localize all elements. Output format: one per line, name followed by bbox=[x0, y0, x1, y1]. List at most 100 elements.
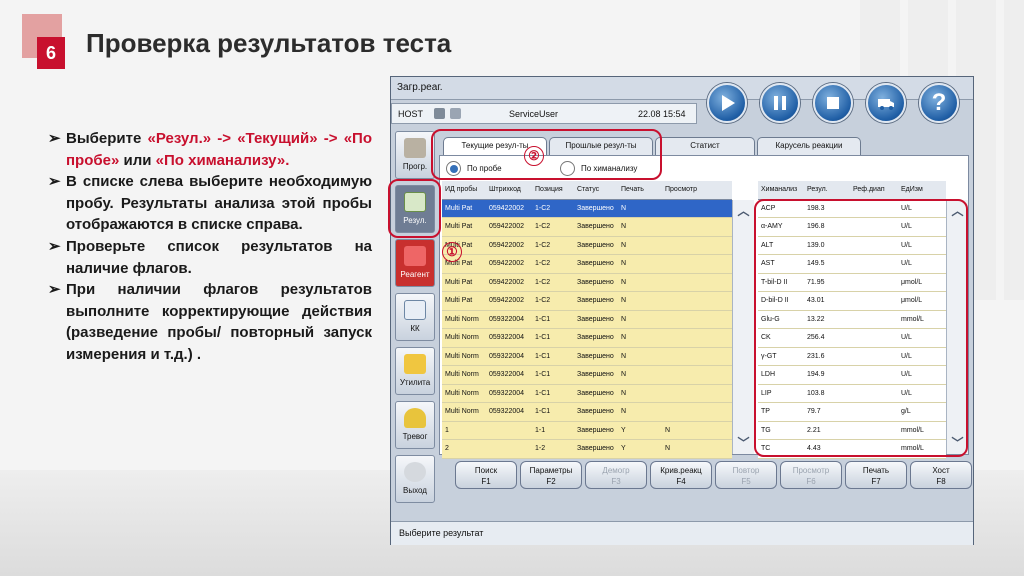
column-header[interactable]: Химанализ bbox=[758, 181, 804, 200]
table-cell: 1-C1 bbox=[532, 384, 574, 403]
table-cell: 1-1 bbox=[532, 421, 574, 440]
function-key-code: F5 bbox=[741, 477, 751, 486]
table-cell: Завершено bbox=[574, 310, 618, 329]
start-button[interactable] bbox=[707, 83, 747, 123]
function-key-f1[interactable]: Поиск F1 bbox=[455, 461, 517, 489]
table-row[interactable]: Multi Pat 059422002 1-C2 Завершено N bbox=[442, 273, 732, 292]
table-cell: Multi Norm bbox=[442, 365, 486, 385]
scroll-down-icon[interactable]: ﹀ bbox=[736, 436, 751, 450]
function-key-code: F7 bbox=[871, 477, 881, 486]
function-key-f8[interactable]: Хост F8 bbox=[910, 461, 972, 489]
function-key-f2[interactable]: Параметры F2 bbox=[520, 461, 582, 489]
arrow-bullet-icon: ➢ bbox=[48, 237, 61, 255]
function-key-f5[interactable]: Повтор F5 bbox=[715, 461, 777, 489]
clock-label: 22.08 15:54 bbox=[638, 109, 686, 119]
table-row[interactable]: 2 1-2 Завершено Y N bbox=[442, 439, 732, 459]
table-cell: 1-C1 bbox=[532, 328, 574, 348]
column-header[interactable]: Просмотр bbox=[662, 181, 732, 200]
table-cell: Multi Pat bbox=[442, 273, 486, 292]
pause-icon bbox=[774, 96, 786, 110]
bell-icon bbox=[404, 408, 426, 428]
sidebar-reagent[interactable]: Реагент bbox=[395, 239, 435, 287]
table-row[interactable]: Multi Pat 059422002 1-C2 Завершено N bbox=[442, 254, 732, 274]
table-cell: 059322004 bbox=[486, 402, 532, 422]
column-header[interactable]: ЕдИзм bbox=[898, 181, 946, 200]
table-cell: 1-C1 bbox=[532, 402, 574, 422]
function-key-f3[interactable]: Демогр F3 bbox=[585, 461, 647, 489]
table-cell: N bbox=[618, 291, 662, 311]
utility-icon bbox=[404, 354, 426, 374]
table-row[interactable]: 1 1-1 Завершено Y N bbox=[442, 421, 732, 440]
column-header[interactable]: Штрихкод bbox=[486, 181, 532, 200]
function-key-label: Параметры bbox=[529, 466, 573, 475]
left-scrollbar[interactable]: ︿ ﹀ bbox=[732, 200, 754, 454]
sidebar-qc[interactable]: КК bbox=[395, 293, 435, 341]
reagent-icon bbox=[404, 246, 426, 266]
function-key-code: F1 bbox=[481, 477, 491, 486]
function-key-f6[interactable]: Просмотр F6 bbox=[780, 461, 842, 489]
table-row[interactable]: Multi Norm 059322004 1-C1 Завершено N bbox=[442, 384, 732, 403]
table-row[interactable]: Multi Pat 059422002 1-C2 Завершено N bbox=[442, 217, 732, 237]
instruction-text: В списке слева выберите необходимую проб… bbox=[66, 173, 372, 234]
highlight-results-button bbox=[388, 179, 441, 238]
table-row[interactable]: Multi Norm 059322004 1-C1 Завершено N bbox=[442, 347, 732, 366]
table-cell: N bbox=[618, 217, 662, 237]
emergency-button[interactable] bbox=[866, 83, 906, 123]
table-cell: 1-C2 bbox=[532, 236, 574, 255]
table-cell: Multi Norm bbox=[442, 328, 486, 348]
table-row[interactable]: Multi Norm 059322004 1-C1 Завершено N bbox=[442, 310, 732, 329]
table-row[interactable]: Multi Pat 059422002 1-C2 Завершено N bbox=[442, 199, 732, 218]
table-cell bbox=[662, 347, 732, 366]
column-header[interactable]: Статус bbox=[574, 181, 618, 200]
table-cell: 1-C2 bbox=[532, 254, 574, 274]
instruction-item: ➢ Выберите «Резул.» -> «Текущий» -> «По п… bbox=[48, 128, 372, 171]
table-row[interactable]: Multi Norm 059322004 1-C1 Завершено N bbox=[442, 402, 732, 422]
instruction-text: или bbox=[119, 151, 156, 169]
sidebar-utility[interactable]: Утилита bbox=[395, 347, 435, 395]
tab-statistics[interactable]: Статист bbox=[655, 137, 755, 155]
table-cell: 1 bbox=[442, 421, 486, 440]
table-row[interactable]: Multi Norm 059322004 1-C1 Завершено N bbox=[442, 365, 732, 385]
instruction-text: «По химанализу». bbox=[155, 151, 290, 169]
tab-reaction-carousel[interactable]: Карусель реакции bbox=[757, 137, 861, 155]
column-header[interactable]: Реф.диап bbox=[850, 181, 898, 200]
table-cell: 059422002 bbox=[486, 254, 532, 274]
table-cell: Multi Pat bbox=[442, 199, 486, 218]
column-header[interactable]: Резул. bbox=[804, 181, 850, 200]
table-cell: Завершено bbox=[574, 273, 618, 292]
scroll-up-icon[interactable]: ︿ bbox=[736, 204, 751, 218]
table-cell: N bbox=[618, 328, 662, 348]
sidebar-program[interactable]: Прогр. bbox=[395, 131, 435, 179]
user-label: ServiceUser bbox=[509, 109, 559, 119]
table-cell bbox=[486, 421, 532, 440]
help-button[interactable]: ? bbox=[919, 83, 959, 123]
table-cell: N bbox=[618, 199, 662, 218]
table-row[interactable]: Multi Pat 059422002 1-C2 Завершено N bbox=[442, 236, 732, 255]
table-cell: Завершено bbox=[574, 365, 618, 385]
table-cell: N bbox=[618, 402, 662, 422]
sidebar-exit[interactable]: Выход bbox=[395, 455, 435, 503]
table-cell: 1-C2 bbox=[532, 217, 574, 237]
table-cell bbox=[662, 236, 732, 255]
pause-button[interactable] bbox=[760, 83, 800, 123]
stop-button[interactable] bbox=[813, 83, 853, 123]
column-header[interactable]: Печать bbox=[618, 181, 662, 200]
function-key-label: Просмотр bbox=[792, 466, 830, 475]
function-key-label: Печать bbox=[862, 466, 890, 475]
sidebar-alarm[interactable]: Тревог bbox=[395, 401, 435, 449]
table-cell: 059422002 bbox=[486, 236, 532, 255]
instruction-item: ➢ При наличии флагов результатов выполнит… bbox=[48, 279, 372, 365]
function-key-f4[interactable]: Крив.реакц F4 bbox=[650, 461, 712, 489]
table-cell bbox=[662, 217, 732, 237]
table-row[interactable]: Multi Pat 059422002 1-C2 Завершено N bbox=[442, 291, 732, 311]
function-key-f7[interactable]: Печать F7 bbox=[845, 461, 907, 489]
table-row[interactable]: Multi Norm 059322004 1-C1 Завершено N bbox=[442, 328, 732, 348]
column-header[interactable]: ИД пробы bbox=[442, 181, 486, 200]
table-cell: N bbox=[618, 310, 662, 329]
table-cell bbox=[662, 402, 732, 422]
table-cell: 059322004 bbox=[486, 347, 532, 366]
column-header[interactable]: Позиция bbox=[532, 181, 574, 200]
table-cell: 059322004 bbox=[486, 365, 532, 385]
table-cell: 059322004 bbox=[486, 310, 532, 329]
table-cell bbox=[662, 254, 732, 274]
